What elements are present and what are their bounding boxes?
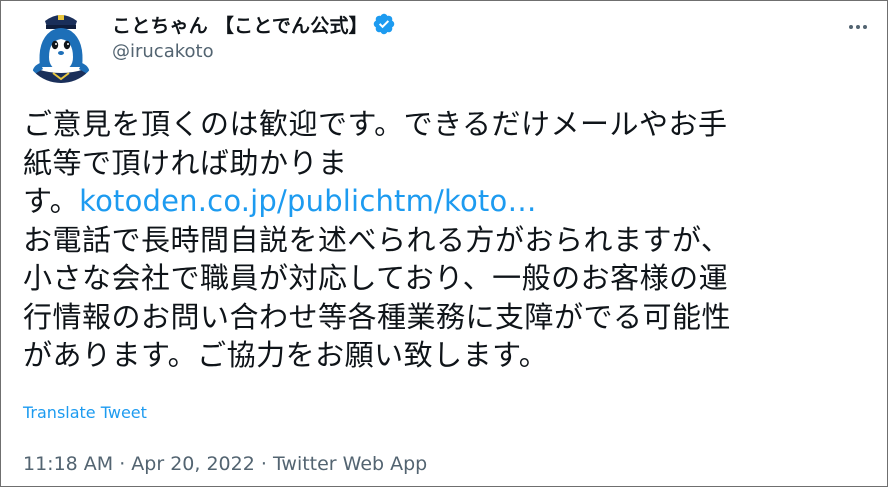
verified-badge-icon <box>373 13 395 35</box>
tweet-line: 紙等で頂ければ助かりま <box>23 145 348 180</box>
user-handle[interactable]: @irucakoto <box>112 41 214 62</box>
tweet-line: お電話で長時間自説を述べられる方がおられますが、 <box>23 222 731 257</box>
tweet-text: ご意見を頂くのは歓迎です。できるだけメールやお手 紙等で頂ければ助かりま す。k… <box>23 105 868 375</box>
more-options-button[interactable] <box>843 15 873 39</box>
tweet-line: す。kotoden.co.jp/publichtm/koto… <box>23 182 868 221</box>
tweet-line: ご意見を頂くのは歓迎です。できるだけメールやお手 <box>23 107 728 141</box>
author-name-row[interactable]: ことちゃん 【ことでん公式】 <box>112 11 396 37</box>
more-options-icon-dot <box>856 25 860 29</box>
translate-tweet-link[interactable]: Translate Tweet <box>23 403 147 422</box>
tweet-text-fragment: す。 <box>23 184 80 218</box>
tweet-line: 行情報のお問い合わせ等各種業務に支障がでる可能性 <box>23 299 732 334</box>
dolphin-mascot-avatar-icon <box>23 7 99 83</box>
tweet-line: 小さな会社で職員が対応しており、一般のお客様の運 <box>23 261 729 295</box>
display-name[interactable]: ことちゃん 【ことでん公式】 <box>112 11 368 38</box>
tweet-link[interactable]: kotoden.co.jp/publichtm/koto… <box>79 184 537 218</box>
more-options-icon-dot <box>849 25 853 29</box>
more-options-icon-dot <box>863 25 867 29</box>
tweet-line: があります。ご協力をお願い致します。 <box>23 338 549 372</box>
tweet-card: ことちゃん 【ことでん公式】 @irucakoto ご意見を頂くのは歓迎です。で… <box>0 0 888 487</box>
tweet-timestamp[interactable]: 11:18 AM · Apr 20, 2022 · Twitter Web Ap… <box>23 453 427 475</box>
avatar[interactable] <box>23 7 99 83</box>
